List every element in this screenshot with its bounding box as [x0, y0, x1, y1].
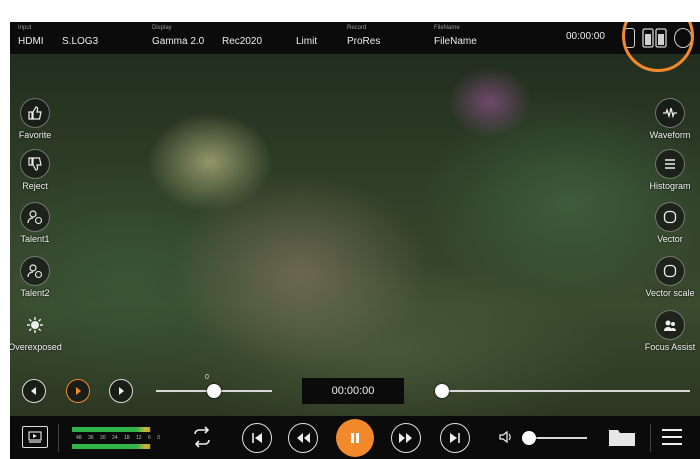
input-gamma[interactable]: S.LOG3 — [62, 36, 98, 47]
display-label: Display — [152, 25, 172, 31]
scrub-track-right[interactable] — [442, 390, 690, 392]
skip-to-start-button[interactable] — [242, 423, 272, 453]
input-source[interactable]: HDMI — [18, 36, 44, 47]
focus-assist-label: Focus Assist — [644, 342, 696, 352]
skip-forward-icon — [450, 433, 460, 443]
eye-icon[interactable] — [674, 28, 692, 48]
vector-scale-icon — [655, 256, 685, 286]
talent1-button[interactable]: Talent1 — [10, 202, 65, 244]
vector-icon — [655, 202, 685, 232]
histogram-label: Histogram — [649, 181, 691, 191]
reject-button[interactable]: Reject — [10, 149, 65, 191]
talent2-button[interactable]: Talent2 — [10, 256, 65, 298]
audio-channel-2 — [72, 444, 151, 449]
focus-assist-button[interactable]: Focus Assist — [640, 310, 700, 352]
focus-assist-icon — [655, 310, 685, 340]
rewind-icon — [297, 433, 310, 443]
monitor-screen: Input HDMI S.LOG3 Display Gamma 2.0 Rec2… — [10, 22, 700, 459]
speaker-icon[interactable] — [498, 430, 514, 449]
display-gamma[interactable]: Gamma 2.0 — [152, 36, 204, 47]
fast-forward-button[interactable] — [391, 423, 421, 453]
talent-icon — [20, 202, 50, 232]
record-label: Record — [347, 25, 367, 31]
favorite-button[interactable]: Favorite — [10, 98, 65, 140]
thumbs-down-icon — [20, 149, 50, 179]
folder-icon[interactable] — [608, 427, 636, 452]
rewind-button[interactable] — [288, 423, 318, 453]
audio-channel-1 — [72, 427, 151, 432]
thumbs-up-icon — [20, 98, 50, 128]
loop-icon — [194, 426, 210, 448]
vector-label: Vector — [657, 234, 683, 244]
meter-scale-label: 48 — [76, 435, 82, 441]
meter-scale-label: 36 — [88, 435, 94, 441]
arrow-left-icon — [31, 387, 36, 395]
meter-scale-label: 30 — [100, 435, 106, 441]
scrub-knob-left[interactable] — [207, 384, 221, 398]
histogram-button[interactable]: Histogram — [640, 149, 700, 191]
clip-view-icon[interactable] — [22, 426, 48, 448]
previous-marker-button[interactable] — [22, 379, 46, 403]
talent1-label: Talent1 — [20, 234, 50, 244]
battery-icon[interactable] — [642, 28, 668, 48]
audio-level-meter: 48 36 30 24 18 12 6 0 — [72, 425, 164, 451]
meter-scale-label: 0 — [157, 435, 160, 441]
record-codec[interactable]: ProRes — [347, 36, 380, 47]
top-timecode: 00:00:00 — [566, 31, 605, 42]
skip-to-end-button[interactable] — [440, 423, 470, 453]
skip-back-icon — [252, 433, 262, 443]
talent2-label: Talent2 — [20, 288, 50, 298]
vector-scale-button[interactable]: Vector scale — [640, 256, 700, 298]
play-marker-button[interactable] — [66, 379, 90, 403]
playback-timecode: 00:00:00 — [302, 378, 404, 404]
meter-scale-label: 6 — [148, 435, 151, 441]
menu-icon[interactable] — [660, 427, 684, 452]
waveform-icon — [655, 98, 685, 128]
meter-scale-label: 12 — [136, 435, 142, 441]
pause-icon — [351, 433, 359, 443]
volume-knob[interactable] — [522, 431, 537, 445]
overexposed-button[interactable]: Overexposed — [10, 310, 65, 352]
overexposed-icon — [20, 310, 50, 340]
arrow-right-icon — [119, 387, 124, 395]
favorite-label: Favorite — [18, 130, 52, 140]
vector-button[interactable]: Vector — [640, 202, 700, 244]
filename-value[interactable]: FileName — [434, 36, 477, 47]
display-gamut[interactable]: Rec2020 — [222, 36, 262, 47]
play-icon — [76, 387, 81, 395]
histogram-icon — [655, 149, 685, 179]
input-label: Input — [18, 25, 32, 31]
meter-scale-label: 18 — [124, 435, 130, 441]
meter-scale-label: 24 — [112, 435, 118, 441]
waveform-button[interactable]: Waveform — [640, 98, 700, 140]
scrub-marker-value: 0 — [205, 374, 209, 381]
vector-scale-label: Vector scale — [645, 288, 695, 298]
loop-button[interactable] — [190, 425, 214, 454]
next-marker-button[interactable] — [109, 379, 133, 403]
filename-label: FileName — [434, 25, 460, 31]
pause-button[interactable] — [336, 419, 374, 457]
waveform-label: Waveform — [649, 130, 691, 140]
top-status-bar: Input HDMI S.LOG3 Display Gamma 2.0 Rec2… — [10, 22, 700, 54]
overexposed-label: Overexposed — [10, 342, 62, 352]
fast-forward-icon — [399, 433, 412, 443]
scrub-knob-right[interactable] — [435, 384, 449, 398]
reject-label: Reject — [22, 181, 48, 191]
display-range[interactable]: Limit — [296, 36, 317, 47]
bottom-control-bar: 48 36 30 24 18 12 6 0 — [10, 416, 700, 459]
talent-icon — [20, 256, 50, 286]
disk-icon[interactable] — [624, 28, 635, 48]
